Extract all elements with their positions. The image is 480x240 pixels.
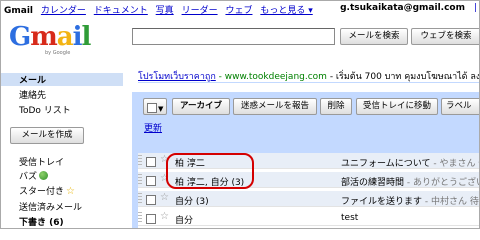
account-separator: | bbox=[473, 3, 477, 13]
message-sender: 自分 (3) bbox=[175, 197, 209, 207]
star-icon[interactable]: ☆ bbox=[160, 192, 169, 203]
app-link-reader[interactable]: リーダー bbox=[182, 6, 218, 16]
select-all-checkbox[interactable] bbox=[147, 103, 157, 113]
star-icon: ☆ bbox=[66, 186, 75, 197]
gmail-logo[interactable]: Gmail by Google bbox=[9, 22, 91, 64]
nav-mail[interactable]: メール bbox=[19, 73, 46, 86]
app-link-calendar[interactable]: カレンダー bbox=[41, 6, 86, 16]
nav-contacts[interactable]: 連絡先 bbox=[19, 88, 46, 101]
web-clip-ad: โปรโมทเว็บราคาถูก - www.tookdeejang.com … bbox=[138, 69, 480, 83]
app-link-more[interactable]: もっと見る ▾ bbox=[260, 6, 312, 16]
logo-byline: by Google bbox=[45, 50, 71, 56]
compose-button[interactable]: メールを作成 bbox=[10, 127, 84, 144]
archive-button[interactable]: アーカイブ bbox=[172, 98, 230, 115]
refresh-link[interactable]: 更新 bbox=[144, 121, 162, 134]
nav-starred-label: スター付き bbox=[19, 187, 65, 197]
message-subject: test bbox=[341, 213, 358, 223]
star-icon[interactable]: ☆ bbox=[160, 154, 169, 165]
message-list: ☆ 柏 淳二 ユニフォームについて - やまさん 作 ☆ 柏 淳二, 自分 (3… bbox=[138, 153, 479, 228]
search-mail-button[interactable]: メールを検索 bbox=[340, 28, 408, 45]
message-checkbox[interactable] bbox=[146, 214, 156, 224]
nav-tasks[interactable]: ToDo リスト bbox=[19, 103, 71, 116]
message-row[interactable]: ☆ 自分 test bbox=[138, 210, 479, 226]
subject-text: 部活の練習時間 bbox=[341, 178, 405, 188]
nav-drafts[interactable]: 下書き (6) bbox=[19, 215, 64, 228]
drag-handle-icon[interactable] bbox=[138, 155, 142, 166]
nav-starred[interactable]: スター付き ☆ bbox=[19, 184, 75, 197]
message-subject: ファイルを送ります - 中村さん 待ち bbox=[341, 194, 479, 207]
subject-text: ユニフォームについて bbox=[341, 159, 431, 169]
top-navigation-bar: Gmail カレンダー ドキュメント 写真 リーダー ウェブ もっと見る ▾ g… bbox=[1, 1, 479, 16]
label-button[interactable]: ラベル bbox=[441, 98, 479, 115]
gmail-logo-wordmark: Gmail bbox=[9, 22, 91, 52]
chevron-down-icon: ▼ bbox=[158, 105, 164, 113]
drag-handle-icon[interactable] bbox=[138, 174, 142, 185]
gmail-window: Gmail カレンダー ドキュメント 写真 リーダー ウェブ もっと見る ▾ g… bbox=[0, 0, 480, 229]
search-web-button[interactable]: ウェブを検索 bbox=[411, 28, 479, 45]
move-to-inbox-button[interactable]: 受信トレイに移動 bbox=[356, 98, 438, 115]
nav-inbox[interactable]: 受信トレイ bbox=[19, 155, 64, 168]
app-link-web[interactable]: ウェブ bbox=[225, 6, 252, 16]
star-icon[interactable]: ☆ bbox=[160, 211, 169, 222]
app-link-documents[interactable]: ドキュメント bbox=[94, 6, 148, 16]
message-row[interactable]: ☆ 柏 淳二 ユニフォームについて - やまさん 作 bbox=[138, 153, 479, 169]
app-link-photos[interactable]: 写真 bbox=[156, 6, 174, 16]
subject-text: test bbox=[341, 213, 359, 223]
message-snippet: - やまさん 作 bbox=[433, 159, 479, 169]
nav-buzz-label: バズ bbox=[19, 172, 38, 182]
message-checkbox[interactable] bbox=[146, 176, 156, 186]
message-sender: 柏 淳二, 自分 (3) bbox=[175, 178, 245, 188]
app-links: Gmail カレンダー ドキュメント 写真 リーダー ウェブ もっと見る ▾ bbox=[4, 3, 318, 16]
ad-link[interactable]: โปรโมทเว็บราคาถูก bbox=[138, 72, 216, 82]
buzz-icon bbox=[39, 171, 49, 180]
message-checkbox[interactable] bbox=[146, 195, 156, 205]
message-sender: 自分 bbox=[175, 216, 194, 226]
app-link-gmail[interactable]: Gmail bbox=[4, 6, 33, 16]
message-snippet: - 中村さん 待ち bbox=[424, 197, 479, 207]
select-dropdown[interactable]: ▼ bbox=[143, 98, 167, 115]
nav-buzz[interactable]: バズ bbox=[19, 169, 49, 182]
delete-button[interactable]: 削除 bbox=[320, 98, 352, 115]
subject-text: ファイルを送ります bbox=[341, 197, 423, 207]
message-row[interactable]: ☆ 柏 淳二, 自分 (3) 部活の練習時間 - ありがとうございます bbox=[138, 172, 479, 188]
message-subject: ユニフォームについて - やまさん 作 bbox=[341, 156, 479, 169]
search-input[interactable] bbox=[132, 28, 335, 45]
nav-sent[interactable]: 送信済みメール bbox=[19, 200, 82, 213]
message-sender: 柏 淳二 bbox=[175, 159, 205, 169]
drag-handle-icon[interactable] bbox=[138, 212, 142, 223]
message-checkbox[interactable] bbox=[146, 157, 156, 167]
message-snippet: - ありがとうございます bbox=[406, 178, 479, 188]
drag-handle-icon[interactable] bbox=[138, 193, 142, 204]
star-icon[interactable]: ☆ bbox=[160, 173, 169, 184]
ad-text: - เริ่มต้น 700 บาท คุมงบโฆษณาได้ ลงโฆษณา… bbox=[329, 72, 480, 82]
report-spam-button[interactable]: 迷惑メールを報告 bbox=[233, 98, 317, 115]
account-email: g.tsukaikata@gmail.com bbox=[340, 3, 465, 13]
message-row[interactable]: ☆ 自分 (3) ファイルを送ります - 中村さん 待ち bbox=[138, 191, 479, 207]
ad-url: - www.tookdeejang.com bbox=[215, 72, 327, 82]
message-subject: 部活の練習時間 - ありがとうございます bbox=[341, 175, 479, 188]
